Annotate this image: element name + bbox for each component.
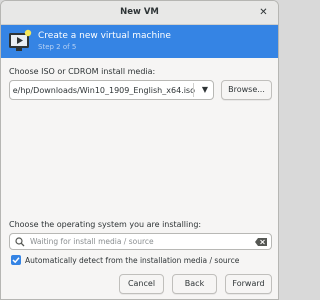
os-label: Choose the operating system you are inst…: [9, 220, 202, 229]
checkmark-icon: [12, 257, 20, 264]
title-bar: New VM ✕: [1, 1, 278, 25]
autodetect-label[interactable]: Automatically detect from the installati…: [25, 256, 239, 265]
install-media-label: Choose ISO or CDROM install media:: [9, 67, 156, 76]
back-button[interactable]: Back: [172, 274, 217, 294]
virtual-machine-icon: [7, 28, 33, 54]
os-search-placeholder: Waiting for install media / source: [30, 237, 154, 246]
search-icon: [15, 237, 25, 247]
new-vm-dialog: New VM ✕ Create a new virtual machine St…: [0, 0, 279, 300]
header-title: Create a new virtual machine: [38, 31, 171, 41]
autodetect-checkbox[interactable]: [11, 255, 21, 265]
header-step: Step 2 of 5: [38, 43, 77, 51]
browse-button[interactable]: Browse...: [221, 80, 272, 100]
chevron-down-icon[interactable]: ▼: [202, 85, 208, 94]
window-title: New VM: [120, 7, 159, 17]
clear-text-icon[interactable]: [255, 238, 267, 246]
cancel-button[interactable]: Cancel: [119, 274, 164, 294]
forward-button[interactable]: Forward: [225, 274, 272, 294]
combo-divider: [193, 83, 194, 97]
install-media-combo[interactable]: /home/hp/Downloads/Win10_1909_English_x6…: [9, 80, 214, 100]
install-media-path[interactable]: /home/hp/Downloads/Win10_1909_English_x6…: [12, 86, 195, 95]
close-icon[interactable]: ✕: [257, 6, 270, 19]
wizard-header: Create a new virtual machine Step 2 of 5: [1, 25, 278, 58]
os-search-input[interactable]: Waiting for install media / source: [9, 233, 272, 250]
